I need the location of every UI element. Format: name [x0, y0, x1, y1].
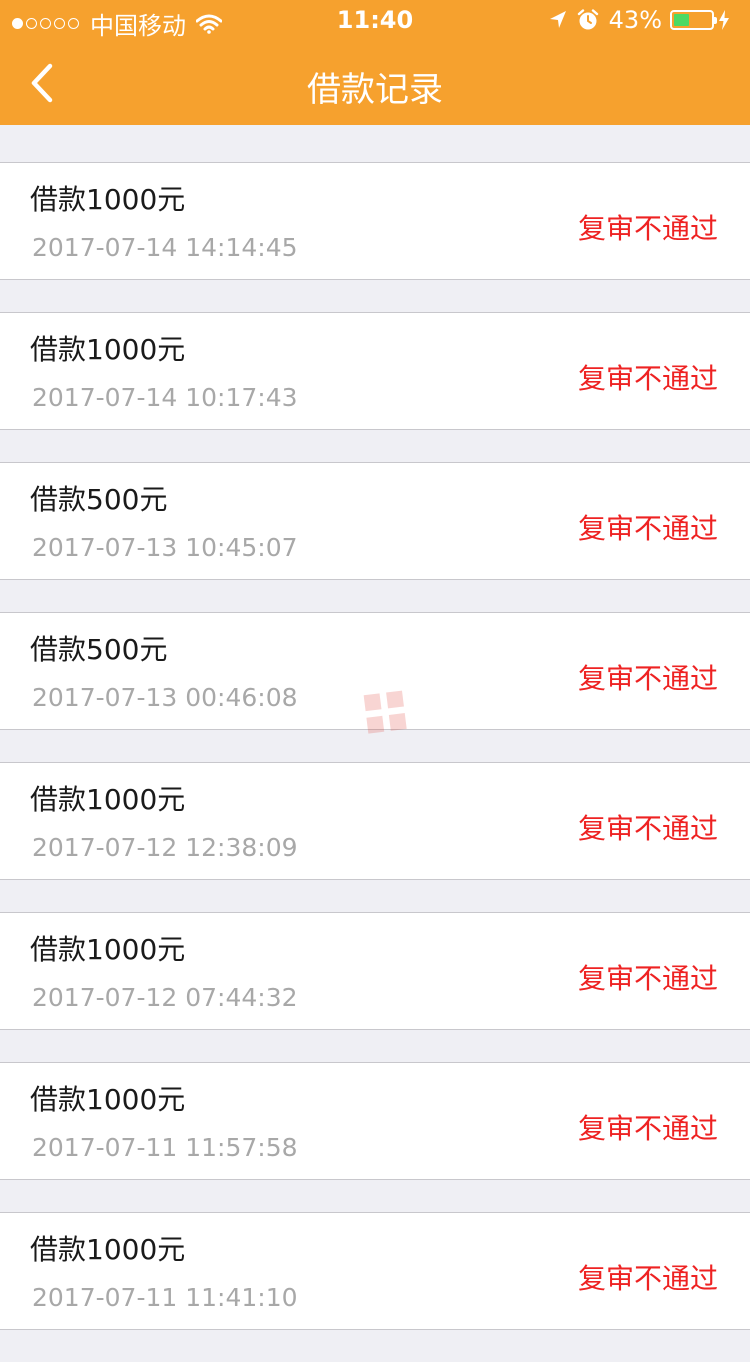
loan-record-list: 借款1000元 2017-07-14 14:14:45 复审不通过 借款1000… — [0, 162, 750, 1362]
review-status: 复审不通过 — [577, 962, 718, 995]
loan-record-item[interactable]: 借款1000元 2017-07-14 14:14:45 复审不通过 — [0, 162, 750, 280]
loan-amount: 借款500元 — [30, 483, 168, 516]
review-status: 复审不通过 — [577, 662, 718, 695]
loan-time: 2017-07-14 14:14:45 — [32, 233, 298, 262]
battery-icon — [670, 10, 717, 30]
battery-fill — [674, 14, 689, 26]
status-right: 43% — [549, 6, 740, 34]
review-status: 复审不通过 — [577, 1112, 718, 1145]
loan-time: 2017-07-11 11:41:10 — [32, 1283, 298, 1312]
loan-record-item[interactable]: 借款1000元 2017-07-12 12:38:09 复审不通过 — [0, 762, 750, 880]
review-status: 复审不通过 — [577, 1262, 718, 1295]
loan-record-item[interactable]: 借款500元 2017-07-13 10:45:07 复审不通过 — [0, 462, 750, 580]
loan-amount: 借款1000元 — [30, 333, 186, 366]
loan-record-item[interactable]: 借款500元 2017-07-13 00:46:08 复审不通过 — [0, 612, 750, 730]
app-header: 中国移动 11:40 43% 借款记录 — [0, 0, 750, 128]
loan-time: 2017-07-12 07:44:32 — [32, 983, 298, 1012]
alarm-icon — [577, 9, 598, 30]
location-icon — [549, 11, 566, 28]
loan-amount: 借款1000元 — [30, 183, 186, 216]
battery-percent: 43% — [608, 6, 662, 34]
loan-amount: 借款1000元 — [30, 783, 186, 816]
loan-amount: 借款1000元 — [30, 1233, 186, 1266]
status-bar: 中国移动 11:40 43% — [0, 0, 750, 40]
loan-time: 2017-07-11 11:57:58 — [32, 1133, 298, 1162]
loan-amount: 借款500元 — [30, 633, 168, 666]
review-status: 复审不通过 — [577, 362, 718, 395]
review-status: 复审不通过 — [577, 812, 718, 845]
review-status: 复审不通过 — [577, 512, 718, 545]
loan-record-item[interactable]: 借款1000元 2017-07-11 11:41:10 复审不通过 — [0, 1212, 750, 1330]
loan-time: 2017-07-13 00:46:08 — [32, 683, 298, 712]
loan-time: 2017-07-12 12:38:09 — [32, 833, 298, 862]
loan-amount: 借款1000元 — [30, 933, 186, 966]
review-status: 复审不通过 — [577, 212, 718, 245]
loan-record-item[interactable]: 借款1000元 2017-07-11 11:57:58 复审不通过 — [0, 1062, 750, 1180]
nav-bar: 借款记录 — [0, 40, 750, 128]
charging-icon — [719, 10, 729, 30]
loan-amount: 借款1000元 — [30, 1083, 186, 1116]
loan-record-item[interactable]: 借款1000元 2017-07-12 07:44:32 复审不通过 — [0, 912, 750, 1030]
page-title: 借款记录 — [307, 70, 443, 110]
loan-time: 2017-07-14 10:17:43 — [32, 383, 298, 412]
loan-record-item[interactable]: 借款1000元 2017-07-14 10:17:43 复审不通过 — [0, 312, 750, 430]
loan-time: 2017-07-13 10:45:07 — [32, 533, 298, 562]
